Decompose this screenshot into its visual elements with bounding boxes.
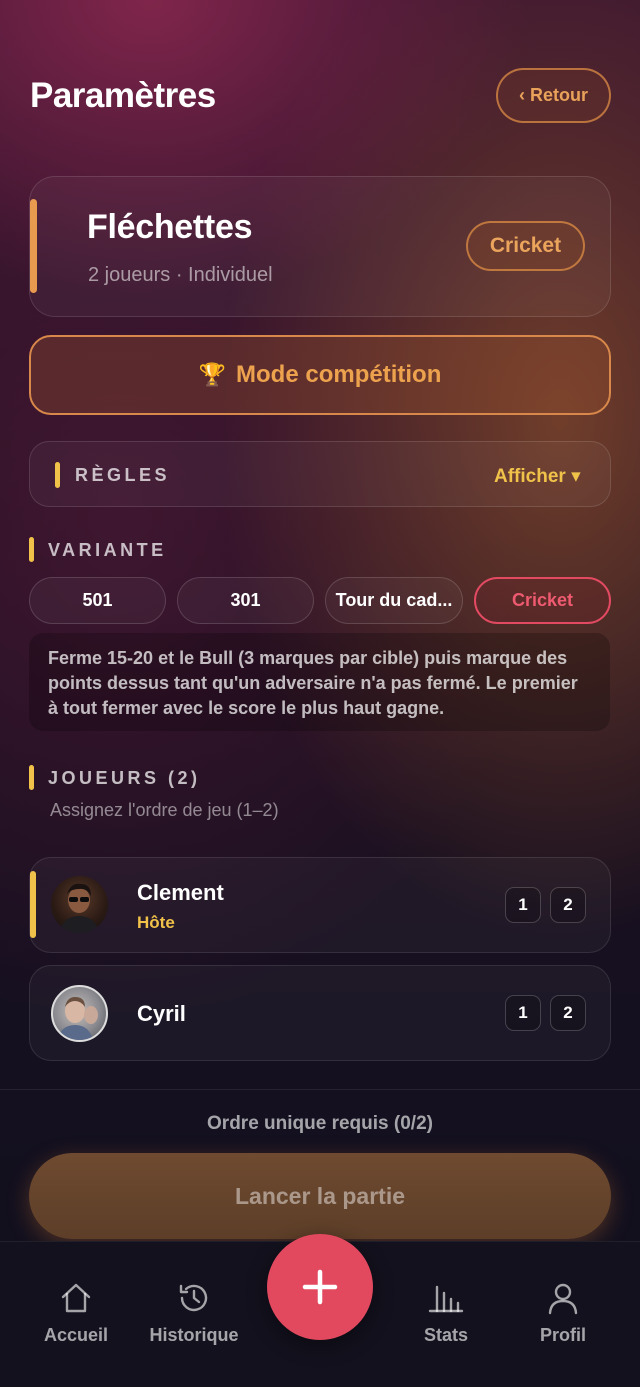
game-accent-bar [30,199,37,293]
variant-option-tour-du-cadran[interactable]: Tour du cad... [325,577,463,624]
variant-description: Ferme 15-20 et le Bull (3 marques par ci… [29,633,610,731]
nav-item-label: Profil [539,1325,586,1345]
order-status: Ordre unique requis (0/2) [207,1113,433,1134]
player-name: Cyril [137,1001,186,1026]
trophy-icon: 🏆 [198,362,227,387]
game-mode-pill[interactable]: Cricket [466,221,585,271]
avatar [51,985,108,1042]
footer-divider [0,1089,640,1090]
nav-item-profil[interactable]: Profil [503,1281,623,1346]
avatar [51,876,108,933]
competition-mode-label: Mode compétition [236,361,442,388]
nav-item-historique[interactable]: Historique [134,1281,254,1346]
home-icon [61,1283,91,1313]
order-button-1[interactable]: 1 [505,995,541,1031]
add-game-button[interactable] [267,1234,373,1340]
game-title: Fléchettes [87,208,253,246]
rules-label: RÈGLES [75,465,171,485]
nav-item-stats[interactable]: Stats [386,1281,506,1346]
players-hint: Assignez l'ordre de jeu (1–2) [50,800,279,820]
host-badge: Hôte [137,913,175,932]
player-name: Clement [137,880,224,905]
nav-item-label: Accueil [43,1325,109,1345]
order-button-1[interactable]: 1 [505,887,541,923]
launch-game-button[interactable]: Lancer la partie [29,1153,611,1239]
page-title: Paramètres [30,76,216,115]
back-button[interactable]: ‹ Retour [496,68,611,123]
nav-item-label: Stats [423,1325,468,1345]
competition-mode-button[interactable]: 🏆 Mode compétition [29,335,611,415]
variant-label: VARIANTE [48,540,167,560]
avatar-photo-icon [59,883,99,933]
rules-accent-bar [55,462,60,488]
variant-option-cricket[interactable]: Cricket [474,577,611,624]
order-button-2[interactable]: 2 [550,995,586,1031]
variant-option-501[interactable]: 501 [29,577,166,624]
avatar-photo-icon [57,997,98,1040]
plus-icon [302,1269,338,1305]
player-accent-bar [30,871,36,938]
history-icon [179,1284,208,1312]
stats-icon [428,1285,464,1313]
profile-icon [548,1283,578,1315]
variant-option-301[interactable]: 301 [177,577,314,624]
variant-accent-bar [29,537,34,562]
nav-item-label: Historique [149,1325,239,1345]
players-label: JOUEURS (2) [48,768,201,788]
order-button-2[interactable]: 2 [550,887,586,923]
players-accent-bar [29,765,34,790]
nav-item-accueil[interactable]: Accueil [16,1281,136,1346]
rules-show-toggle[interactable]: Afficher ▾ [494,465,581,488]
game-subtitle: 2 joueurs · Individuel [88,264,273,286]
